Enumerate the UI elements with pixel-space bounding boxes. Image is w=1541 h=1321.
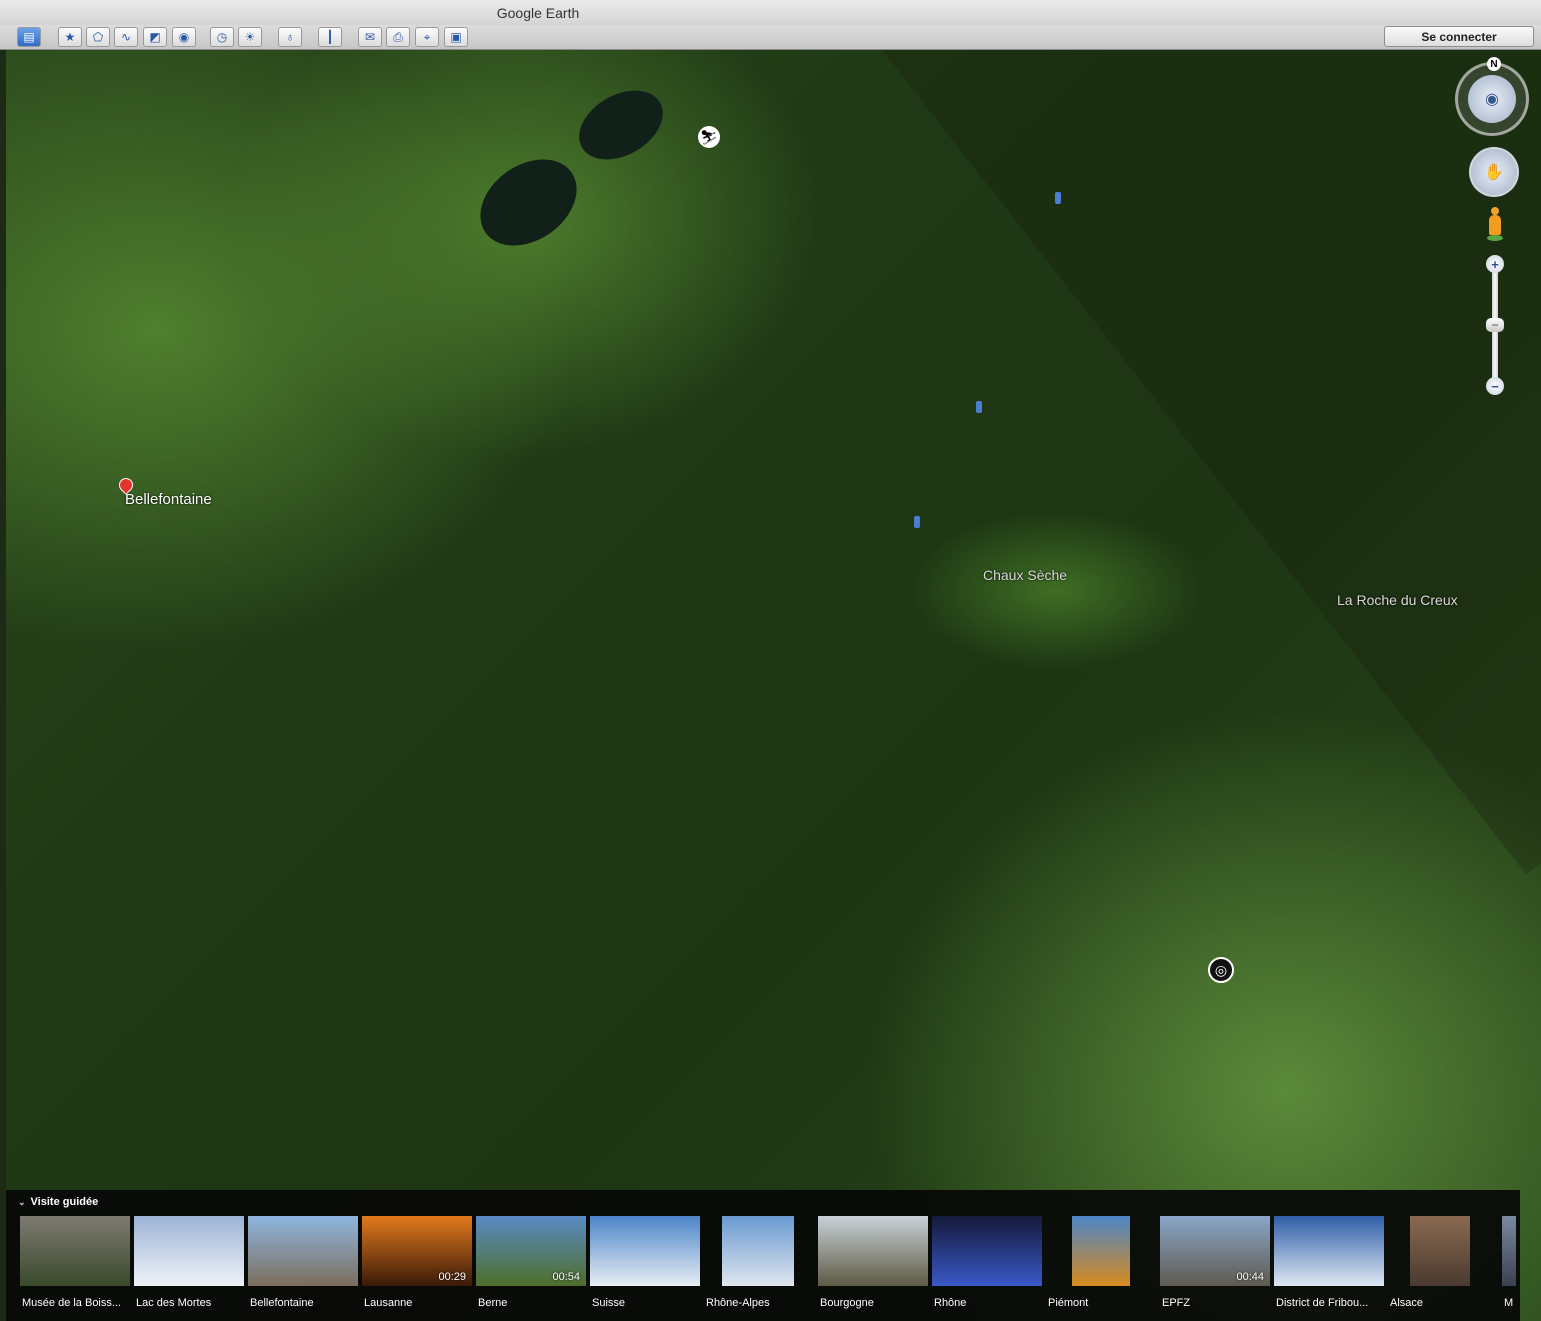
tour-thumbnail[interactable] xyxy=(1072,1216,1130,1286)
zoom-slider-knob[interactable]: − xyxy=(1486,318,1504,332)
add-placemark-icon[interactable]: ★ xyxy=(58,27,82,47)
north-indicator[interactable]: N xyxy=(1487,57,1501,71)
tour-duration: 00:44 xyxy=(1236,1271,1264,1283)
tour-thumbnail[interactable]: 00:29 xyxy=(362,1216,472,1286)
sidebar-icon[interactable]: ▤ xyxy=(17,27,41,47)
tour-item[interactable]: District de Fribou... xyxy=(1274,1216,1384,1316)
add-image-overlay-icon[interactable]: ◩ xyxy=(143,27,167,47)
tour-item[interactable]: M xyxy=(1502,1216,1541,1316)
ruler-icon[interactable]: ┃ xyxy=(318,27,342,47)
planets-icon[interactable]: ♁ xyxy=(278,27,302,47)
tour-item-label: Bellefontaine xyxy=(250,1297,314,1309)
tour-item[interactable]: Suisse xyxy=(590,1216,700,1316)
tour-panel-header[interactable]: ⌄ Visite guidée xyxy=(18,1196,98,1208)
tour-thumbnail[interactable] xyxy=(590,1216,700,1286)
tour-item-label: Piémont xyxy=(1048,1297,1089,1309)
tour-item-label: Rhône xyxy=(934,1297,967,1309)
map-shadow-area xyxy=(726,50,1541,875)
tour-item[interactable]: 00:54 Berne xyxy=(476,1216,586,1316)
tour-item-label: Bourgogne xyxy=(820,1297,874,1309)
tour-item-label: Alsace xyxy=(1390,1297,1424,1309)
tour-item[interactable]: 00:29 Lausanne xyxy=(362,1216,472,1316)
ski-resort-icon[interactable]: ⛷ xyxy=(698,126,720,148)
window-title: Google Earth xyxy=(496,5,580,21)
tour-item-label: Musée de la Boiss... xyxy=(22,1297,122,1309)
tour-duration: 00:54 xyxy=(552,1271,580,1283)
zoom-out-button[interactable]: − xyxy=(1486,377,1504,395)
tour-thumbnail[interactable] xyxy=(248,1216,358,1286)
street-view-person-icon[interactable] xyxy=(914,516,920,528)
tour-panel-title: Visite guidée xyxy=(30,1196,99,1208)
tour-thumbnail[interactable] xyxy=(1274,1216,1384,1286)
add-polygon-icon[interactable]: ⬠ xyxy=(86,27,110,47)
tour-thumbnail[interactable]: 00:54 xyxy=(476,1216,586,1286)
tour-item[interactable]: Bourgogne xyxy=(818,1216,928,1316)
tour-item[interactable]: Rhône-Alpes xyxy=(704,1216,814,1316)
tour-item[interactable]: 00:44 EPFZ xyxy=(1160,1216,1270,1316)
tour-item[interactable]: Rhône xyxy=(932,1216,1042,1316)
street-view-pegman-icon[interactable] xyxy=(1487,207,1503,243)
pan-hand-icon[interactable]: ✋ xyxy=(1469,147,1519,197)
zoom-in-button[interactable]: + xyxy=(1486,255,1504,273)
chevron-down-icon[interactable]: ⌄ xyxy=(18,1197,26,1208)
tour-thumbnail[interactable] xyxy=(818,1216,928,1286)
tour-item-label: Rhône-Alpes xyxy=(706,1297,770,1309)
tour-item-label: EPFZ xyxy=(1162,1297,1191,1309)
view-in-maps-icon[interactable]: ⌖ xyxy=(415,27,439,47)
tour-thumbnail-strip: Musée de la Boiss... Lac des Mortes Bellef… xyxy=(20,1216,1516,1321)
tour-panel: ⌄ Visite guidée Musée de la Boiss... Lac … xyxy=(6,1190,1520,1321)
tour-thumbnail[interactable] xyxy=(722,1216,794,1286)
tour-thumbnail[interactable] xyxy=(1502,1216,1516,1286)
save-image-icon[interactable]: ▣ xyxy=(444,27,468,47)
tour-thumbnail[interactable]: 00:44 xyxy=(1160,1216,1270,1286)
tour-thumbnail[interactable] xyxy=(1410,1216,1470,1286)
tour-item-label: Suisse xyxy=(592,1297,626,1309)
tour-item[interactable]: Lac des Mortes xyxy=(134,1216,244,1316)
tour-duration: 00:29 xyxy=(438,1271,466,1283)
toolbar: ▤ ★ ⬠ ∿ ◩ ◉ ◷ ☀ ♁ ┃ ✉ ⎙ ⌖ ▣ Se connecter xyxy=(0,25,1541,50)
map-label-chaux-seche[interactable]: Chaux Sèche xyxy=(983,567,1067,583)
title-bar: Google Earth xyxy=(0,0,1541,26)
look-around-control[interactable]: ◉ xyxy=(1455,62,1529,136)
map-label-bellefontaine[interactable]: Bellefontaine xyxy=(125,491,212,508)
print-icon[interactable]: ⎙ xyxy=(386,27,410,47)
tour-item[interactable]: Bellefontaine xyxy=(248,1216,358,1316)
tour-thumbnail[interactable] xyxy=(134,1216,244,1286)
tour-item[interactable]: Piémont xyxy=(1046,1216,1156,1316)
tour-item-label: Lausanne xyxy=(364,1297,413,1309)
tour-item[interactable]: Musée de la Boiss... xyxy=(20,1216,130,1316)
street-view-person-icon[interactable] xyxy=(976,401,982,413)
tour-item-label: District de Fribou... xyxy=(1276,1297,1369,1309)
email-icon[interactable]: ✉ xyxy=(358,27,382,47)
tour-thumbnail[interactable] xyxy=(20,1216,130,1286)
poi-swirl-icon[interactable]: ◎ xyxy=(1208,957,1234,983)
lake-lower xyxy=(463,141,594,264)
street-view-person-icon[interactable] xyxy=(1055,192,1061,204)
tour-item-label: Berne xyxy=(478,1297,508,1309)
record-tour-icon[interactable]: ◉ xyxy=(172,27,196,47)
add-path-icon[interactable]: ∿ xyxy=(114,27,138,47)
sign-in-button[interactable]: Se connecter xyxy=(1384,26,1534,47)
sunlight-icon[interactable]: ☀ xyxy=(238,27,262,47)
map-label-la-roche-du-creux[interactable]: La Roche du Creux xyxy=(1337,592,1458,608)
tour-item-label: Lac des Mortes xyxy=(136,1297,212,1309)
tour-thumbnail[interactable] xyxy=(932,1216,1042,1286)
earth-map-view[interactable]: Bellefontaine Chaux Sèche La Roche du Cr… xyxy=(6,50,1541,1321)
tour-item[interactable]: Alsace xyxy=(1388,1216,1498,1316)
eye-icon[interactable]: ◉ xyxy=(1468,75,1516,123)
historical-imagery-icon[interactable]: ◷ xyxy=(210,27,234,47)
tour-item-label: M xyxy=(1504,1297,1514,1309)
lake-upper xyxy=(567,76,675,174)
